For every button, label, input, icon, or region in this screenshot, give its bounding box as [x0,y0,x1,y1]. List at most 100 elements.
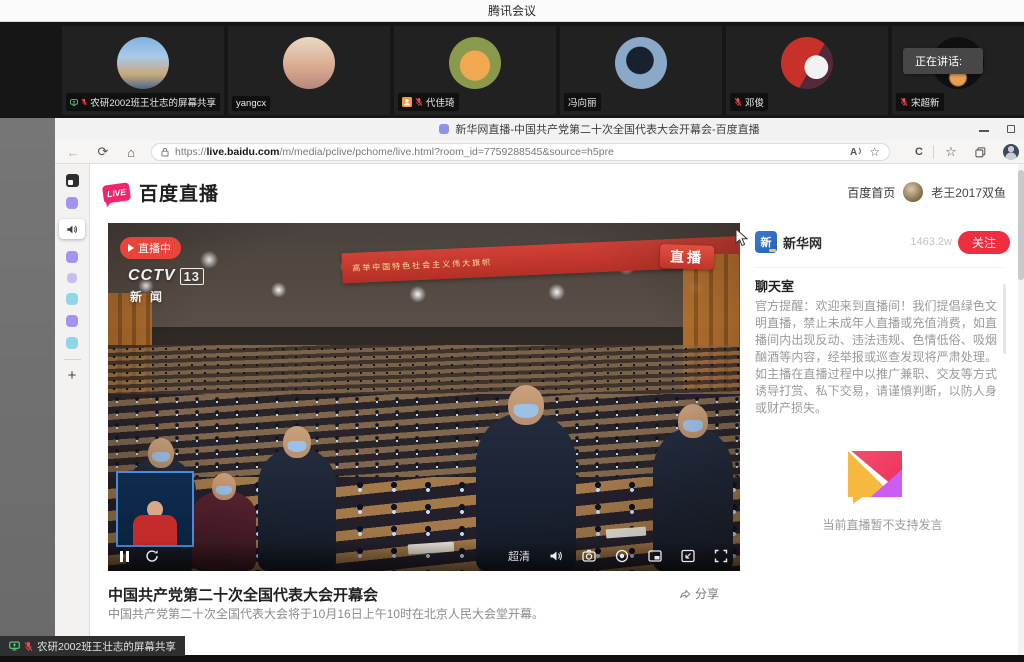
tab-favicon-icon [439,124,449,134]
channel-row: 新 新华网 1463.2w 关注 [755,227,1010,257]
tab-title: 新华网直播-中国共产党第二十次全国代表大会开幕会-百度直播 [455,121,759,137]
participant-tile[interactable]: 农研2002班王壮志的屏幕共享 [62,26,224,115]
toolbar-divider [933,145,934,159]
mic-muted-icon [415,97,423,107]
browser-tab[interactable]: 新华网直播-中国共产党第二十次全国代表大会开幕会-百度直播 [439,121,759,137]
chat-bubble-icon [848,451,902,497]
user-avatar[interactable] [903,182,923,202]
bottom-strip [0,655,1024,662]
play-icon [128,244,134,252]
site-logo-text: 百度直播 [139,179,219,206]
avatar [449,37,501,89]
refresh-button[interactable]: ⟳ [93,140,113,164]
speaking-tooltip: 正在讲话: [903,48,983,74]
member-badge-icon [402,97,412,107]
active-tab-audio[interactable] [59,219,85,239]
profile-avatar[interactable] [1003,144,1019,160]
tab-favicon-icon[interactable] [66,197,78,209]
tab-favicon-icon[interactable] [66,293,78,305]
participant-tile[interactable]: 代佳琦 [394,26,556,115]
chat-scrollbar[interactable] [1003,284,1006,354]
participant-name: 代佳琦 [426,95,455,109]
read-aloud-icon[interactable]: A [850,147,863,158]
screen: 腾讯会议 农研2002班王壮志的屏幕共享 yangcx 代佳琦 冯向丽 [0,0,1024,662]
participant-tile[interactable]: yangcx [228,26,390,115]
chat-official-notice: 官方提醒：欢迎来到直播间！我们提倡绿色文明直播，禁止未成年人直播或充值消费，如直… [755,298,997,417]
screenshot-button[interactable] [582,549,596,563]
screen-share-banner-text: 农研2002班王壮志的屏幕共享 [37,639,176,654]
browser-titlebar[interactable]: 新华网直播-中国共产党第二十次全国代表大会开幕会-百度直播 [55,118,1024,140]
new-tab-button[interactable]: + [68,368,77,383]
channel-name[interactable]: 新华网 [783,233,822,252]
mic-muted-icon [24,641,33,652]
fullscreen-button[interactable] [714,549,728,563]
participant-name: 冯向丽 [568,95,597,109]
maximize-button[interactable] [1007,125,1015,133]
page-scrollbar[interactable] [1018,164,1024,655]
video-title: 中国共产党第二十次全国代表大会开幕会 [108,584,378,605]
avatar [781,37,833,89]
baidu-live-page: LIVE 百度直播 百度首页 老王2017双鱼 高举中国特色社会主义伟大旗帜 [91,164,1018,655]
avatar [117,37,169,89]
volume-button[interactable] [549,550,563,562]
controls-right: 超清 [508,548,728,564]
chat-disabled-message: 当前直播暂不支持发言 [755,516,1010,533]
pause-button[interactable] [120,551,129,562]
mini-window-button[interactable] [681,549,695,563]
share-icon [679,588,691,600]
live-corner-badge: 直播 [660,244,715,270]
participant-tile[interactable]: 冯向丽 [560,26,722,115]
sign-language-inset [116,471,194,547]
chat-room-title: 聊天室 [755,276,794,295]
tab-favicon-icon[interactable] [66,337,78,349]
pip-button[interactable] [648,549,662,563]
header-right: 百度首页 老王2017双鱼 [847,182,1006,202]
participant-name: 邓俊 [745,95,764,109]
screen-share-icon [70,98,78,107]
live-logo-icon: LIVE [102,182,131,204]
player-controls: 超清 [108,541,740,571]
tab-favicon-icon[interactable] [66,315,78,327]
participant-label: 代佳琦 [398,93,459,111]
sidebar-divider [64,359,81,360]
tab-favicon-icon[interactable] [67,273,77,283]
url-bar[interactable]: https://live.baidu.com/m/media/pclive/pc… [151,143,890,161]
xinhua-logo-icon: 新 [755,231,777,253]
participant-label: 邓俊 [730,93,768,111]
baidu-home-link[interactable]: 百度首页 [847,184,895,201]
lock-icon [161,147,169,157]
quality-selector[interactable]: 超清 [508,548,530,564]
site-logo[interactable]: LIVE 百度直播 [103,179,219,206]
favorites-settings-icon[interactable]: ☆ [869,145,880,159]
live-status-badge: 直播中 [120,237,181,259]
participant-name: 宋超新 [911,95,940,109]
cctv-watermark: CCTV13 新闻 [128,267,204,305]
minimize-button[interactable] [979,130,989,132]
share-button[interactable]: 分享 [679,585,719,602]
follow-button[interactable]: 关注 [958,231,1010,254]
scrollbar-thumb[interactable] [1018,170,1024,280]
participant-tile[interactable]: 邓俊 [726,26,888,115]
extension-icon[interactable]: C [911,140,927,164]
tab-favicon-icon[interactable] [66,251,78,263]
reload-stream-button[interactable] [145,549,159,563]
participant-strip: 农研2002班王壮志的屏幕共享 yangcx 代佳琦 冯向丽 邓俊 [0,22,1024,118]
screen-share-icon [9,641,20,651]
mouse-cursor [735,228,749,253]
screen-share-banner: 农研2002班王壮志的屏幕共享 [0,636,185,656]
meeting-titlebar: 腾讯会议 [0,0,1024,22]
url-text: https://live.baidu.com/m/media/pclive/pc… [175,146,844,158]
favorites-star-button[interactable]: ☆ [943,140,959,164]
video-description: 中国共产党第二十次全国代表大会将于10月16日上午10时在北京人民大会堂开幕。 [108,605,544,622]
back-button[interactable]: ← [63,140,83,164]
record-button[interactable] [615,549,629,563]
collections-button[interactable] [971,140,989,164]
home-button[interactable]: ⌂ [121,140,141,164]
follower-count: 1463.2w [910,236,952,248]
browser-toolbar: ← ⟳ ⌂ https://live.baidu.com/m/media/pcl… [55,140,1024,164]
mic-muted-icon [734,97,742,107]
tab-actions-icon[interactable] [66,174,79,187]
video-player[interactable]: 高举中国特色社会主义伟大旗帜 直播中 CC [108,223,740,571]
username: 老王2017双鱼 [931,184,1006,201]
participant-label: 农研2002班王壮志的屏幕共享 [66,93,220,111]
